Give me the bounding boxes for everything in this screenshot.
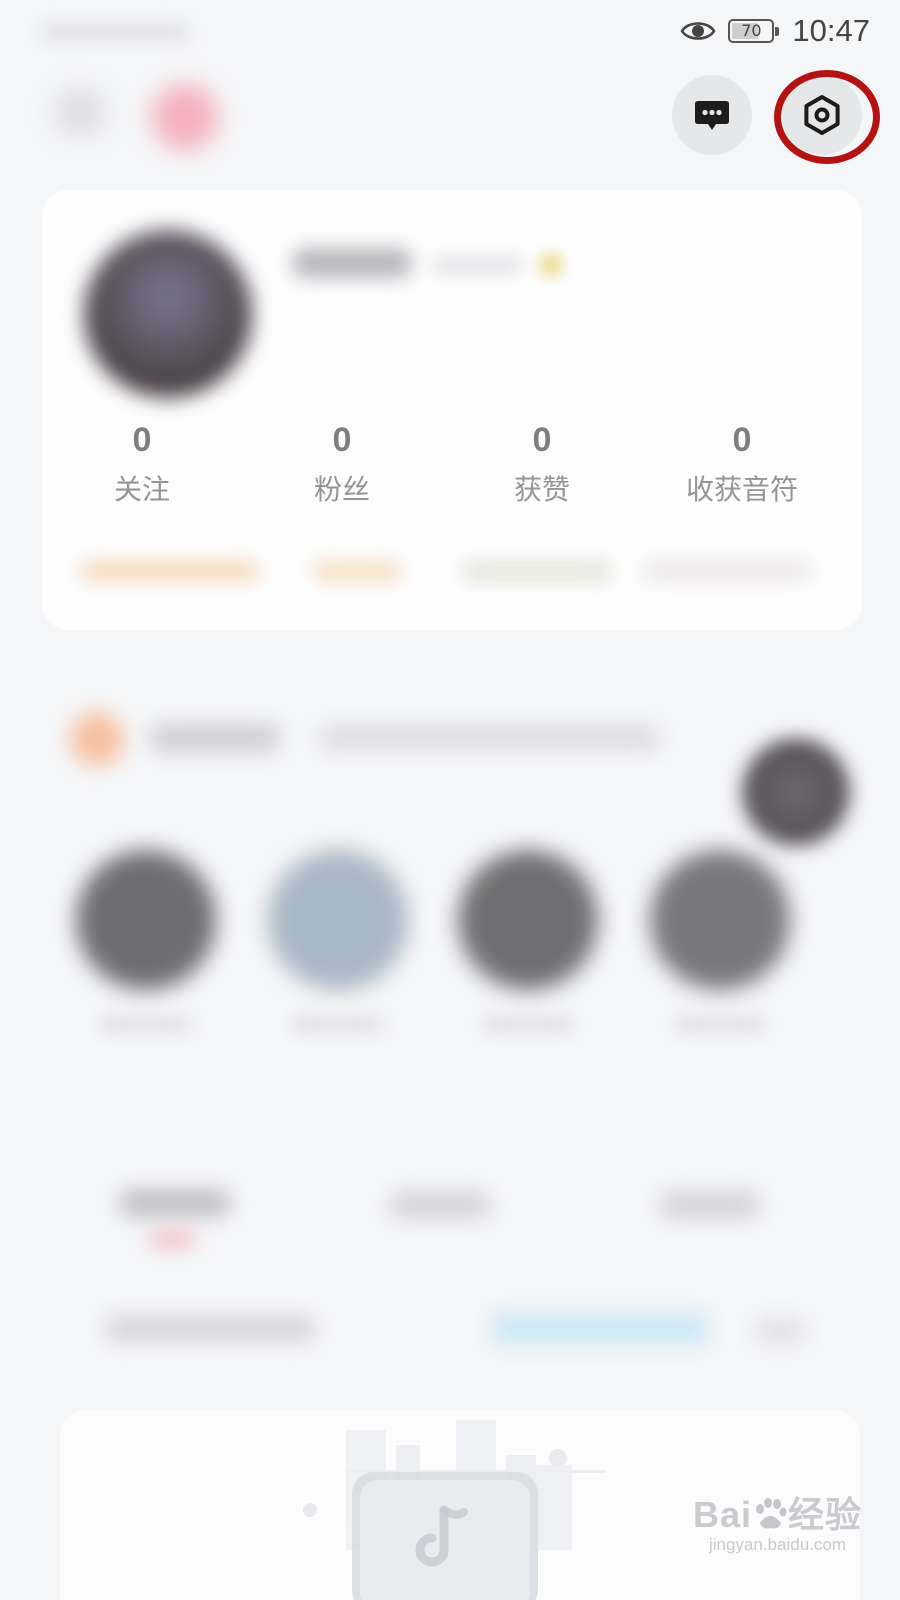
empty-state-illustration <box>303 1420 606 1600</box>
stats-row: 0 关注 0 粉丝 0 获赞 0 收获音符 <box>42 420 862 508</box>
profile-screen: 70 10:47 0 关注 0 粉丝 0 获赞 0 收获音符 Bai 经验 ji… <box>0 0 900 1600</box>
stat-value: 0 <box>732 421 752 459</box>
action-pill-blurred[interactable] <box>490 1312 710 1346</box>
circle-label-blurred <box>482 1015 574 1033</box>
battery-level: 70 <box>741 21 762 40</box>
tab-label-blurred[interactable] <box>660 1192 760 1218</box>
floating-avatar-blurred[interactable] <box>742 738 850 846</box>
stat-following[interactable]: 0 关注 <box>42 420 242 508</box>
tab-label-blurred[interactable] <box>120 1190 230 1216</box>
tag-pill-blurred[interactable] <box>462 560 612 582</box>
header-pink-blurred-badge <box>152 84 218 150</box>
stat-label: 粉丝 <box>313 473 370 506</box>
section-subtitle-blurred <box>320 726 660 750</box>
section-icon-blurred <box>70 712 124 766</box>
stat-label: 收获音符 <box>685 473 798 506</box>
tag-pill-blurred[interactable] <box>312 560 402 582</box>
battery-icon: 70 <box>728 19 780 43</box>
chat-bubble-icon <box>695 101 729 130</box>
settings-hexagon-icon <box>804 95 840 135</box>
circle-label-blurred <box>100 1015 192 1033</box>
stat-notes-received[interactable]: 0 收获音符 <box>642 420 842 508</box>
tab-indicator-blurred <box>150 1234 194 1244</box>
tag-pill-blurred[interactable] <box>80 560 260 582</box>
circle-item-blurred[interactable] <box>76 850 216 990</box>
more-blurred[interactable] <box>755 1318 805 1344</box>
user-badge-blurred <box>538 252 564 278</box>
profile-card: 0 关注 0 粉丝 0 获赞 0 收获音符 <box>42 190 862 630</box>
stat-value: 0 <box>532 421 552 459</box>
stat-label: 关注 <box>113 473 170 506</box>
circle-item-blurred[interactable] <box>458 850 598 990</box>
message-button[interactable] <box>672 75 752 155</box>
status-right-group: 70 10:47 <box>680 13 870 48</box>
stat-value: 0 <box>132 421 152 459</box>
circle-label-blurred <box>292 1015 384 1033</box>
status-bar: 70 10:47 <box>0 0 900 60</box>
stat-value: 0 <box>332 421 352 459</box>
circle-item-blurred[interactable] <box>650 850 790 990</box>
circle-item-blurred[interactable] <box>268 850 408 990</box>
settings-button[interactable] <box>782 75 862 155</box>
tag-pill-blurred[interactable] <box>642 560 812 582</box>
avatar[interactable] <box>84 230 252 398</box>
status-time: 10:47 <box>792 13 870 48</box>
circle-label-blurred <box>674 1015 766 1033</box>
status-left-blurred <box>40 22 190 42</box>
stat-likes[interactable]: 0 获赞 <box>442 420 642 508</box>
header-left-blurred-icon <box>55 90 105 134</box>
user-id-blurred <box>432 256 522 274</box>
stat-followers[interactable]: 0 粉丝 <box>242 420 442 508</box>
stat-label: 获赞 <box>513 473 570 506</box>
username-blurred <box>292 248 412 278</box>
content-text-blurred <box>105 1316 315 1342</box>
eye-icon <box>680 22 716 40</box>
section-title-blurred <box>150 724 280 752</box>
tab-label-blurred[interactable] <box>390 1192 490 1218</box>
